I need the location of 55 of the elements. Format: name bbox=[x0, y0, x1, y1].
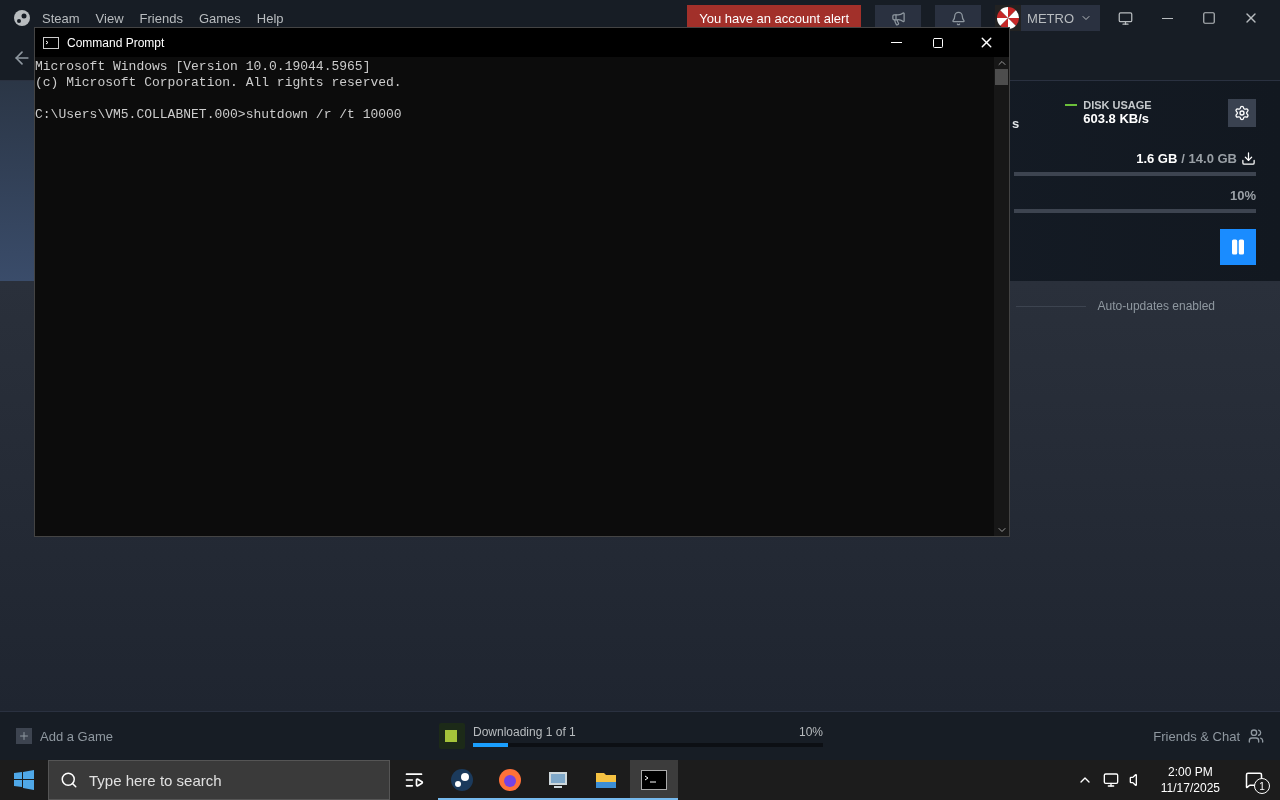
download-status-text: Downloading 1 of 1 bbox=[473, 725, 576, 739]
download-percent: 10% bbox=[798, 725, 823, 739]
window-title: Command Prompt bbox=[67, 35, 165, 50]
minimize-icon bbox=[1161, 17, 1173, 19]
settings-button[interactable] bbox=[1228, 99, 1256, 127]
plus-icon bbox=[16, 728, 32, 744]
avatar-icon bbox=[995, 5, 1022, 31]
monitor-icon bbox=[1117, 10, 1133, 26]
megaphone-icon bbox=[890, 10, 906, 26]
search-field[interactable]: Type here to search bbox=[48, 760, 390, 800]
downloaded-size: 1.6 GB bbox=[1136, 151, 1178, 166]
task-view-icon bbox=[404, 770, 424, 790]
maximize-icon bbox=[1202, 11, 1216, 25]
people-icon bbox=[1248, 728, 1264, 744]
pause-button[interactable] bbox=[1220, 229, 1256, 265]
settings-icon bbox=[1234, 105, 1250, 121]
download-icon bbox=[1241, 151, 1256, 166]
clock[interactable]: 2:00 PM 11/17/2025 bbox=[1154, 763, 1226, 797]
disk-usage-label: DISK USAGE bbox=[1083, 99, 1152, 111]
friends-chat-button[interactable]: Friends & Chat bbox=[1147, 727, 1270, 745]
network-icon[interactable] bbox=[1102, 772, 1119, 788]
command-line: C:\Users\VM5.COLLABNET.000>shutdown /r /t 10000 bbox=[35, 107, 403, 123]
steam-logo-icon[interactable] bbox=[14, 10, 30, 26]
menu-item[interactable]: Steam bbox=[38, 10, 84, 26]
maximize-icon bbox=[932, 36, 944, 49]
steam-icon bbox=[450, 768, 474, 792]
console-line: Microsoft Windows [Version 10.0.19044.5965] bbox=[35, 59, 372, 75]
total-size: / 14.0 GB bbox=[1181, 151, 1237, 166]
search-icon bbox=[60, 771, 78, 789]
download-status[interactable]: Downloading 1 of 1 10% bbox=[439, 723, 823, 749]
bell-icon bbox=[950, 10, 966, 26]
taskbar-app[interactable] bbox=[630, 760, 678, 800]
console-icon bbox=[43, 36, 59, 49]
minimize-icon bbox=[890, 42, 902, 43]
scrollbar-thumb[interactable] bbox=[995, 69, 1008, 85]
console-line: (c) Microsoft Corporation. All rights reserved. bbox=[35, 75, 403, 91]
legend-line bbox=[1065, 104, 1078, 106]
notifications-center-button[interactable]: 1 bbox=[1236, 760, 1272, 800]
menu-item[interactable]: Friends bbox=[135, 10, 187, 26]
auto-updates-text: Auto-updates enabled bbox=[1097, 299, 1215, 313]
user-menu-button[interactable]: METRO bbox=[995, 5, 1100, 31]
firefox-icon bbox=[498, 768, 522, 792]
notification-badge: 1 bbox=[1254, 778, 1270, 794]
windows-logo-icon bbox=[14, 770, 34, 790]
menu-item[interactable]: Help bbox=[252, 10, 288, 26]
menu-item[interactable]: View bbox=[91, 10, 128, 26]
terminal-icon bbox=[641, 770, 667, 790]
game-thumbnail bbox=[439, 723, 465, 749]
pause-icon bbox=[1229, 238, 1247, 256]
menu-item[interactable]: Games bbox=[194, 10, 245, 26]
add-game-button[interactable]: Add a Game bbox=[16, 728, 113, 744]
progress-percent: 10% bbox=[1229, 188, 1256, 203]
message-icon bbox=[1245, 771, 1263, 789]
cut-text: s bbox=[1012, 116, 1020, 131]
disk-usage-value: 603.8 KB/s bbox=[1083, 111, 1150, 126]
